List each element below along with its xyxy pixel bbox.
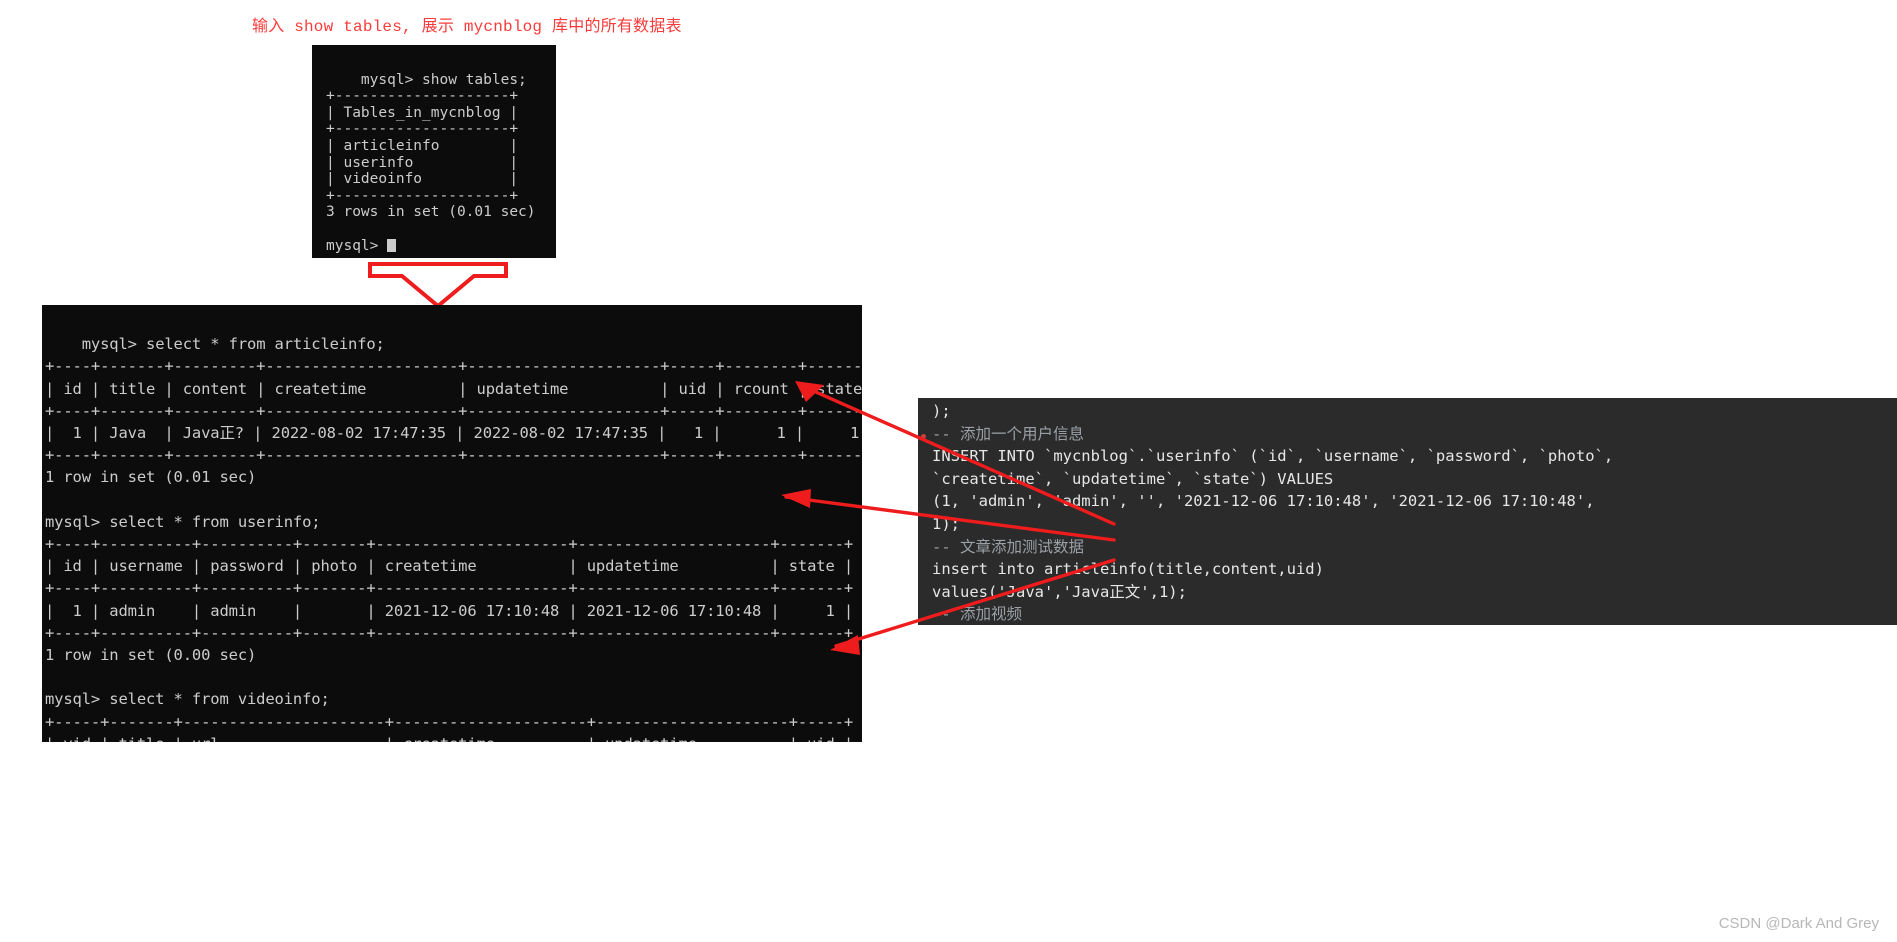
flow-down-arrow <box>368 262 508 308</box>
code-line: ); <box>932 400 1897 423</box>
code-statement: values('Java','Java正文',1); <box>932 582 1187 601</box>
code-line: (1, 'admin', 'admin', '', '2021-12-06 17… <box>932 490 1897 513</box>
code-line: values('Java','Java正文',1); <box>932 581 1897 604</box>
show-tables-terminal[interactable]: mysql> show tables; +-------------------… <box>312 45 556 258</box>
error-gutter-marker <box>921 434 926 439</box>
code-line: -- 添加视频 <box>932 603 1897 625</box>
code-comment: -- 添加一个用户信息 <box>932 424 1084 443</box>
code-line: -- 文章添加测试数据 <box>932 536 1897 559</box>
terminal-main-content: mysql> select * from articleinfo; +----+… <box>45 335 862 742</box>
terminal-cursor <box>387 238 397 252</box>
code-statement: 1); <box>932 514 960 533</box>
select-queries-terminal[interactable]: mysql> select * from articleinfo; +----+… <box>42 305 862 742</box>
code-line: -- 添加一个用户信息 <box>932 423 1897 446</box>
sql-script-editor[interactable]: ); -- 添加一个用户信息 INSERT INTO `mycnblog`.`use… <box>918 398 1897 625</box>
code-statement: `createtime`, `updatetime`, `state`) VAL… <box>932 469 1334 488</box>
code-line: 1); <box>932 513 1897 536</box>
code-comment: -- 添加视频 <box>932 605 1022 624</box>
terminal-top-content: mysql> show tables; +-------------------… <box>326 71 536 254</box>
code-statement: ); <box>932 402 951 420</box>
page-title: 输入 show tables, 展示 mycnblog 库中的所有数据表 <box>252 18 682 36</box>
code-statement: insert into articleinfo(title,content,ui… <box>932 560 1324 579</box>
code-statement: INSERT INTO `mycnblog`.`userinfo` (`id`,… <box>932 447 1614 466</box>
code-statement: (1, 'admin', 'admin', '', '2021-12-06 17… <box>932 492 1595 511</box>
code-line: insert into articleinfo(title,content,ui… <box>932 558 1897 581</box>
code-line: `createtime`, `updatetime`, `state`) VAL… <box>932 468 1897 491</box>
code-comment: -- 文章添加测试数据 <box>932 537 1084 556</box>
watermark: CSDN @Dark And Grey <box>1718 915 1879 932</box>
code-line: INSERT INTO `mycnblog`.`userinfo` (`id`,… <box>932 445 1897 468</box>
screenshot-root: 输入 show tables, 展示 mycnblog 库中的所有数据表 mys… <box>0 0 1897 942</box>
